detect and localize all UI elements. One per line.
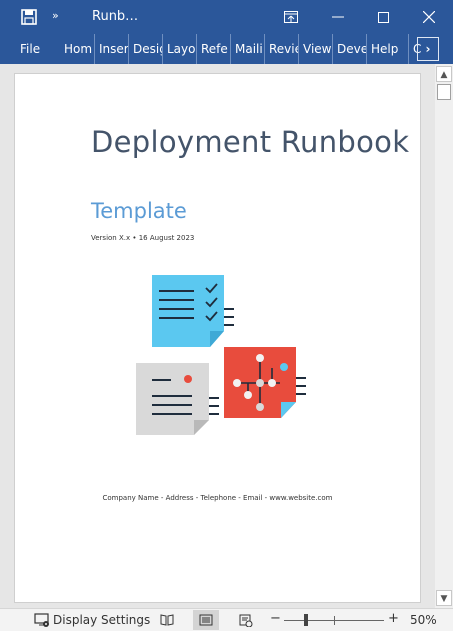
maximize-icon[interactable] [363,0,403,34]
ribbon-scroll-right-button[interactable]: › [417,37,439,61]
close-icon[interactable] [409,0,449,34]
document-page[interactable]: Deployment Runbook Template Version X.x … [14,73,421,603]
scroll-thumb[interactable] [437,84,451,100]
tab-references[interactable]: Refe [196,34,230,64]
display-settings-button[interactable]: Display Settings [53,613,150,627]
tab-file[interactable]: File [20,34,50,64]
ribbon-tabs: File Hom Inser Desig Layo Refe Maili Rev… [0,34,453,64]
web-layout-icon[interactable] [233,610,259,630]
minimize-icon[interactable] [318,0,358,34]
scroll-down-button[interactable]: ▼ [436,590,452,606]
doc-version-line: Version X.x • 16 August 2023 [91,234,195,242]
tab-design[interactable]: Desig [128,34,163,64]
zoom-out-button[interactable]: − [270,611,281,626]
quick-access-more-icon[interactable]: » [52,9,59,22]
tab-review[interactable]: Revie [264,34,298,64]
display-settings-icon[interactable] [34,612,50,631]
tab-developer[interactable]: Deve [332,34,367,64]
document-title: Runb… [92,9,139,24]
flowchart-note-icon [224,347,306,418]
zoom-slider-center-mark [334,616,335,625]
print-layout-icon[interactable] [193,610,219,630]
doc-subtitle: Template [91,199,187,223]
tab-mailings[interactable]: Maili [230,34,265,64]
tab-insert[interactable]: Inser [94,34,130,64]
zoom-slider-thumb[interactable] [304,614,309,626]
scroll-up-button[interactable]: ▲ [436,66,452,82]
doc-title: Deployment Runbook [91,125,410,159]
checklist-note-icon [152,275,234,347]
tab-help[interactable]: Help [366,34,403,64]
save-icon[interactable] [20,8,38,26]
document-area: Deployment Runbook Template Version X.x … [0,64,435,608]
status-bar: Display Settings − + 50% [0,608,453,631]
ribbon-display-icon[interactable] [271,0,311,34]
zoom-level[interactable]: 50% [410,613,437,627]
document-note-icon [136,363,219,435]
read-mode-icon[interactable] [154,610,180,630]
tab-view[interactable]: View [298,34,335,64]
tab-layout[interactable]: Layo [162,34,197,64]
vertical-scrollbar[interactable]: ▲ ▼ [435,64,453,608]
notes-illustration [115,270,315,440]
title-bar: » Runb… [0,0,453,34]
zoom-in-button[interactable]: + [388,611,399,626]
doc-footer: Company Name - Address - Telephone - Ema… [102,494,333,502]
tab-home[interactable]: Hom [64,34,93,64]
